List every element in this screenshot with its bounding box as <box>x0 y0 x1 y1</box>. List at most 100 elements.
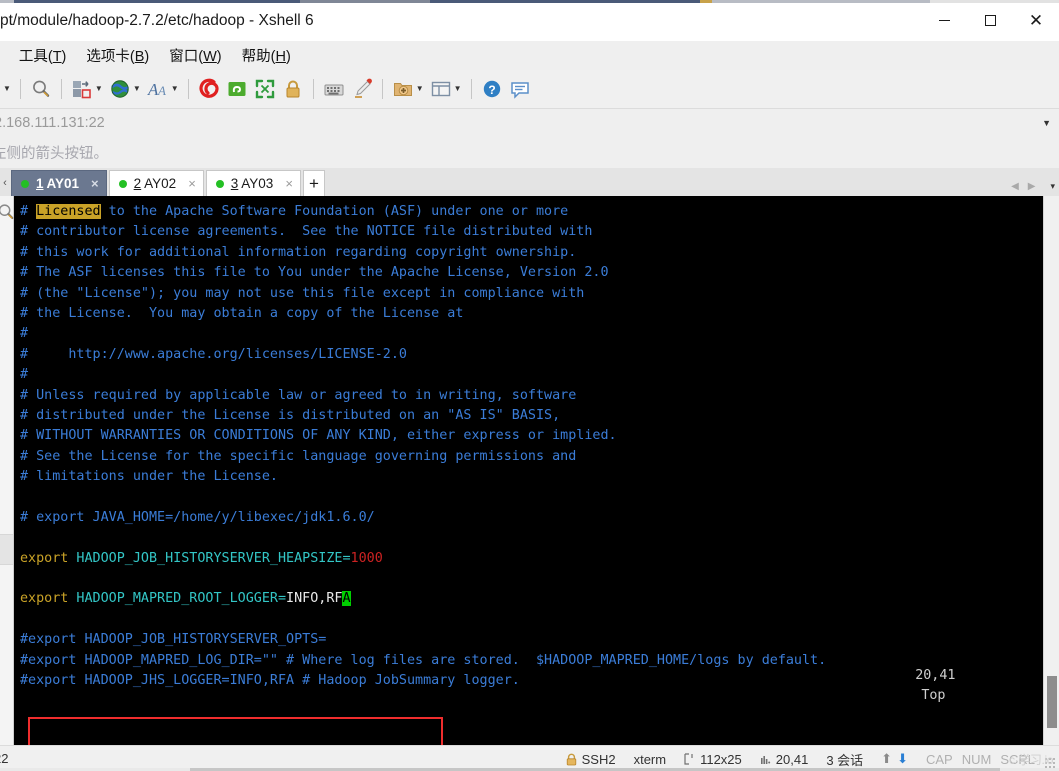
toolbar-chat-button[interactable] <box>506 73 534 105</box>
menu-item-tools[interactable]: 工具(T) <box>9 41 77 71</box>
tab-scroll-left-button[interactable]: ‹ <box>0 170 10 196</box>
menu-accel-help: H <box>275 48 286 65</box>
terminal-line: # limitations under the License. <box>20 467 1043 487</box>
toolbar-help-button[interactable]: ? <box>478 73 506 105</box>
close-button[interactable]: ✕ <box>1013 0 1059 41</box>
terminal-scrollbar[interactable] <box>1043 196 1059 745</box>
new-tab-button[interactable]: + <box>302 170 325 196</box>
menu-bar: ) 工具(T) 选项卡(B) 窗口(W) 帮助(H) <box>0 41 1059 70</box>
status-sessions[interactable]: 3 会话 <box>817 750 872 769</box>
maximize-button[interactable] <box>967 0 1013 41</box>
tab-close-icon[interactable]: × <box>285 176 293 191</box>
sidebar-panel-block[interactable] <box>0 535 13 564</box>
terminal-line: # this work for additional information r… <box>20 243 1043 263</box>
window-frame-accent <box>0 0 1059 3</box>
toolbar-layout-button[interactable]: ▼ <box>427 73 465 105</box>
menu-label-tabs: 选项卡( <box>86 48 135 65</box>
toolbar-separator-5 <box>381 79 383 99</box>
toolbar-separator-2 <box>60 79 62 99</box>
vim-scroll-state: Top <box>921 688 946 704</box>
left-sidebar-rail[interactable] <box>0 196 14 745</box>
chevron-down-icon[interactable]: ▼ <box>1042 118 1051 128</box>
menu-label-tools: 工具( <box>18 48 53 65</box>
num-lock-indicator: NUM <box>961 751 992 767</box>
menu-item-tabs[interactable]: 选项卡(B) <box>76 41 159 71</box>
toolbar-package-button[interactable] <box>223 73 251 105</box>
toolbar-overflow-caret[interactable]: ▼ <box>0 73 14 105</box>
menu-accel-window: W <box>203 48 217 65</box>
tab-ay03[interactable]: 3 AY03 × <box>205 170 301 196</box>
status-term-type[interactable]: xterm <box>625 752 676 767</box>
menu-item-help[interactable]: 帮助(H) <box>232 41 301 71</box>
terminal-span-comment: # this work for additional information r… <box>20 244 577 260</box>
terminal-span-comment: # limitations under the License. <box>20 469 278 485</box>
terminal-span-comment: #export HADOOP_JHS_LOGGER=INFO,RFA # Had… <box>20 672 520 688</box>
menu-label-window: 窗口( <box>169 48 204 65</box>
toolbar-fullscreen-button[interactable] <box>251 73 279 105</box>
terminal-line: # See the License for the specific langu… <box>20 447 1043 467</box>
new-folder-icon <box>393 83 412 96</box>
toolbar-lock-button[interactable] <box>279 73 307 105</box>
toolbar-separator-1 <box>19 79 21 99</box>
terminal-view[interactable]: # Licensed to the Apache Software Founda… <box>14 196 1043 745</box>
scrollbar-thumb[interactable] <box>1047 676 1057 728</box>
tab-ay02[interactable]: 2 AY02 × <box>108 170 204 196</box>
status-cursor-position[interactable]: 20,41 <box>751 752 818 767</box>
status-protocol[interactable]: SSH2 <box>557 752 625 767</box>
terminal-span-comment: # WITHOUT WARRANTIES OR CONDITIONS OF AN… <box>20 428 617 444</box>
address-bar[interactable]: 2.168.111.131:22 ▼ <box>0 109 1059 137</box>
terminal-span-comment: # <box>20 326 29 342</box>
tab-number: 3 <box>230 176 239 191</box>
tab-status-dot <box>118 179 127 188</box>
status-keylock-indicators: CAP NUM SCRL <box>917 752 1044 767</box>
tab-close-icon[interactable]: × <box>188 176 196 191</box>
toolbar-find-button[interactable] <box>27 73 55 105</box>
chevron-down-icon: ▼ <box>415 84 424 93</box>
tab-label: AY03 <box>241 176 274 191</box>
terminal-line: # contributor license agreements. See th… <box>20 222 1043 242</box>
terminal-span-comment: #export HADOOP_JOB_HISTORYSERVER_OPTS= <box>20 632 327 648</box>
toolbar-globe-button[interactable]: ▼ <box>106 73 144 105</box>
menu-item-window[interactable]: 窗口(W) <box>159 41 231 71</box>
menu-item-truncated[interactable]: ) <box>0 43 9 68</box>
status-sessions-label: 3 会话 <box>826 752 864 768</box>
caps-lock-indicator: CAP <box>925 751 953 767</box>
keyboard-icon <box>324 84 344 96</box>
tab-prev-button[interactable]: ◀ <box>1011 181 1019 192</box>
terminal-span-comment: # contributor license agreements. See th… <box>20 224 593 240</box>
vim-position: 20,41 <box>915 667 956 683</box>
chevron-down-icon: ▼ <box>170 84 179 93</box>
terminal-line: # export JAVA_HOME=/home/y/libexec/jdk1.… <box>20 508 1043 528</box>
toolbar-font-button[interactable]: A A ▼ <box>144 73 182 105</box>
highlight-pen-icon <box>354 78 372 98</box>
terminal-span-comment: # <box>20 367 29 383</box>
menu-label-help: 帮助( <box>241 48 276 65</box>
tab-list-menu-button[interactable]: ▾ <box>1050 181 1055 192</box>
spiral-icon <box>199 78 219 98</box>
tab-close-icon[interactable]: × <box>91 176 99 191</box>
menu-accel-tools: T <box>52 48 62 65</box>
sidebar-divider-2 <box>0 564 13 565</box>
tab-status-dot <box>215 179 224 188</box>
terminal-line: # <box>20 324 1043 344</box>
toolbar-file-transfer-button[interactable]: ▼ <box>68 73 106 105</box>
tab-ay01[interactable]: 1 AY01 × <box>11 170 107 196</box>
tab-next-button[interactable]: ▶ <box>1028 181 1036 192</box>
terminal-span-comment: # the License. You may obtain a copy of … <box>20 305 464 321</box>
layout-icon <box>431 81 450 97</box>
terminal-span-kw: export <box>20 550 69 566</box>
toolbar-highlight-button[interactable] <box>348 73 376 105</box>
green-package-icon <box>228 82 246 96</box>
terminal-span-hl: Licensed <box>36 204 101 219</box>
terminal-span-var: HADOOP_JOB_HISTORYSERVER_HEAPSIZE= <box>68 550 351 566</box>
chevron-down-icon: ▼ <box>3 84 11 93</box>
terminal-span-comment: # (the "License"); you may not use this … <box>20 285 585 301</box>
toolbar-spiral-button[interactable] <box>195 73 223 105</box>
toolbar-new-folder-button[interactable]: ▼ <box>389 73 427 105</box>
lock-icon <box>566 753 576 765</box>
tab-navigation: ◀ ▶ ▾ <box>1011 181 1055 192</box>
status-size[interactable]: 112x25 <box>675 752 751 767</box>
terminal-line: export HADOOP_MAPRED_ROOT_LOGGER=INFO,RF… <box>20 589 1043 609</box>
toolbar-keyboard-button[interactable] <box>320 73 348 105</box>
minimize-button[interactable] <box>921 0 967 41</box>
